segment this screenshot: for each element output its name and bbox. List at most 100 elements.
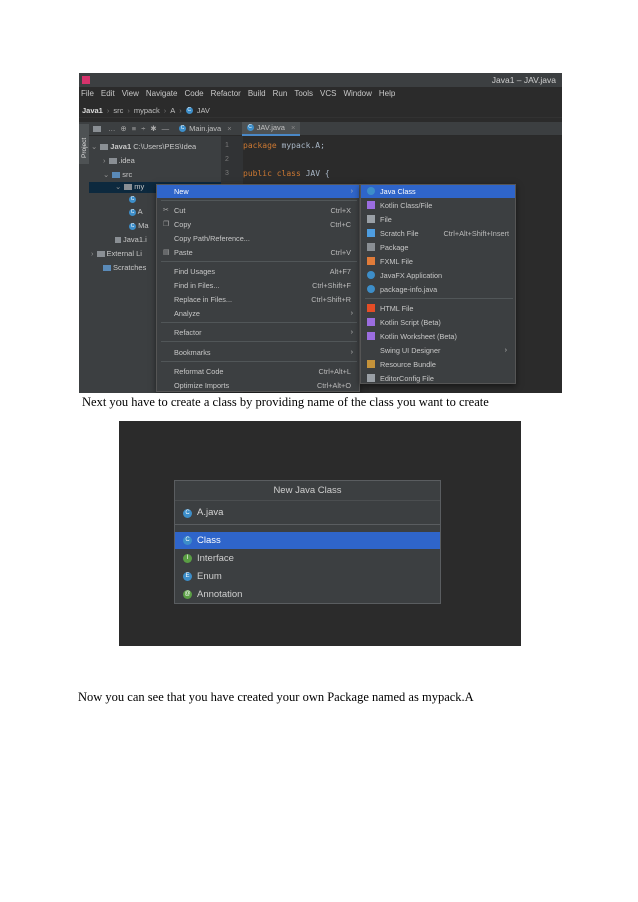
close-icon[interactable]: × <box>227 124 231 133</box>
close-icon[interactable]: × <box>291 123 295 132</box>
tree-item-a[interactable]: C A <box>129 207 143 218</box>
submenu-item-kotlin-class[interactable]: Kotlin Class/File <box>361 199 515 212</box>
menu-item-copy[interactable]: ❐ Copy Ctrl+C <box>157 218 359 231</box>
breadcrumb-item[interactable]: src <box>113 106 123 115</box>
submenu-item-label: EditorConfig File <box>380 374 434 383</box>
submenu-item-html-file[interactable]: HTML File <box>361 302 515 315</box>
menu-item-replace-in-files[interactable]: Replace in Files... Ctrl+Shift+R <box>157 293 359 306</box>
submenu-item-label: FXML File <box>380 257 413 266</box>
package-icon <box>367 243 375 251</box>
more-icon[interactable]: … <box>108 124 116 133</box>
submenu-item-label: Resource Bundle <box>380 360 436 369</box>
menu-run[interactable]: Run <box>273 89 288 102</box>
submenu-item-file[interactable]: File <box>361 213 515 226</box>
chevron-right-icon: › <box>91 249 94 258</box>
tree-item-idea[interactable]: › .idea <box>103 156 135 167</box>
menu-help[interactable]: Help <box>379 89 395 102</box>
tree-item-scratches[interactable]: Scratches <box>103 263 146 274</box>
menu-item-shortcut: Ctrl+Alt+L <box>318 367 351 376</box>
menu-item-label: Reformat Code <box>174 367 224 376</box>
folder-icon <box>112 172 121 179</box>
menu-edit[interactable]: Edit <box>101 89 115 102</box>
caption-text: Now you can see that you have created yo… <box>78 690 474 704</box>
menu-item-bookmarks[interactable]: Bookmarks › <box>157 346 359 359</box>
breadcrumb-item[interactable]: A <box>170 106 175 115</box>
chevron-right-icon: › <box>350 186 353 195</box>
breadcrumb-item[interactable]: JAV <box>197 106 210 115</box>
submenu-item-editorconfig-file[interactable]: EditorConfig File <box>361 372 515 385</box>
tree-item-java1-iml[interactable]: Java1.i <box>115 235 147 246</box>
menu-vcs[interactable]: VCS <box>320 89 336 102</box>
submenu-item-swing-ui-designer[interactable]: Swing UI Designer › <box>361 344 515 357</box>
tree-item-class[interactable]: C <box>129 194 136 205</box>
menu-item-paste[interactable]: ▤ Paste Ctrl+V <box>157 246 359 259</box>
scissors-icon: ✂ <box>163 207 169 214</box>
collapse-all-icon[interactable]: ÷ <box>141 124 145 133</box>
submenu-item-label: Package <box>380 243 409 252</box>
submenu-item-package[interactable]: Package <box>361 241 515 254</box>
tree-item-label: .idea <box>118 156 135 165</box>
submenu-item-package-info[interactable]: package-info.java <box>361 283 515 296</box>
menu-view[interactable]: View <box>122 89 139 102</box>
menu-item-label: Find in Files... <box>174 281 220 290</box>
chevron-right-icon: › <box>350 347 353 356</box>
submenu-item-resource-bundle[interactable]: Resource Bundle <box>361 358 515 371</box>
class-name-field[interactable]: C A.java <box>175 501 440 525</box>
submenu-item-label: Kotlin Class/File <box>380 201 433 210</box>
menu-item-analyze[interactable]: Analyze › <box>157 307 359 320</box>
menu-item-reformat-code[interactable]: Reformat Code Ctrl+Alt+L <box>157 365 359 378</box>
submenu-item-label: Java Class <box>380 187 416 196</box>
menu-item-shortcut: Ctrl+Shift+F <box>312 281 351 290</box>
option-enum[interactable]: E Enum <box>175 568 440 585</box>
option-class[interactable]: C Class <box>175 532 440 549</box>
menu-window[interactable]: Window <box>343 89 371 102</box>
option-annotation[interactable]: @ Annotation <box>175 586 440 603</box>
menu-item-cut[interactable]: ✂ Cut Ctrl+X <box>157 204 359 217</box>
project-tool-button[interactable]: Project <box>79 124 89 164</box>
breadcrumb-item[interactable]: mypack <box>134 106 160 115</box>
menu-item-label: Refactor <box>174 328 202 337</box>
menu-item-refactor[interactable]: Refactor › <box>157 326 359 339</box>
tree-item-label: A <box>137 207 143 216</box>
menu-item-find-in-files[interactable]: Find in Files... Ctrl+Shift+F <box>157 279 359 292</box>
menu-item-find-usages[interactable]: Find Usages Alt+F7 <box>157 265 359 278</box>
submenu-item-java-class[interactable]: Java Class <box>361 185 515 198</box>
caption-text: Next you have to create a class by provi… <box>82 395 489 409</box>
menu-code[interactable]: Code <box>184 89 203 102</box>
javafx-icon <box>367 271 375 279</box>
tree-item-java1[interactable]: ⌄ Java1 C:\Users\PES\Idea <box>91 142 196 153</box>
menu-item-shortcut: Ctrl+Alt+O <box>316 381 351 390</box>
gear-icon[interactable]: ✱ <box>150 124 156 133</box>
option-interface[interactable]: I Interface <box>175 550 440 567</box>
menu-navigate[interactable]: Navigate <box>146 89 178 102</box>
menu-divider <box>365 298 513 299</box>
option-label: Enum <box>197 571 222 582</box>
tree-item-src[interactable]: ⌄ src <box>103 170 132 181</box>
tree-item-external-libraries[interactable]: › External Li <box>91 249 142 260</box>
chevron-right-icon: › <box>350 327 353 336</box>
menu-tools[interactable]: Tools <box>294 89 313 102</box>
tree-item-label: Java1 <box>110 142 132 151</box>
project-toolbar: … ⊕ ≡ ÷ ✱ — C Main.java × C JAV.java × <box>89 121 562 136</box>
menu-item-copy-path[interactable]: Copy Path/Reference... <box>157 232 359 245</box>
submenu-item-javafx-application[interactable]: JavaFX Application <box>361 269 515 282</box>
submenu-item-kotlin-worksheet[interactable]: Kotlin Worksheet (Beta) <box>361 330 515 343</box>
hide-icon[interactable]: — <box>162 124 170 133</box>
submenu-item-fxml-file[interactable]: FXML File <box>361 255 515 268</box>
tab-main-java[interactable]: C Main.java × <box>174 122 237 136</box>
locate-icon[interactable]: ⊕ <box>121 124 127 133</box>
enum-icon: E <box>183 572 192 581</box>
submenu-item-scratch-file[interactable]: Scratch File Ctrl+Alt+Shift+Insert <box>361 227 515 240</box>
tab-jav-java[interactable]: C JAV.java × <box>241 121 301 136</box>
menu-item-new[interactable]: New › <box>157 185 359 198</box>
dialog-title: New Java Class <box>175 481 440 501</box>
tree-item-main[interactable]: C Ma <box>129 221 149 232</box>
submenu-item-kotlin-script[interactable]: Kotlin Script (Beta) <box>361 316 515 329</box>
breadcrumb-item[interactable]: Java1 <box>82 106 103 115</box>
menu-item-optimize-imports[interactable]: Optimize Imports Ctrl+Alt+O <box>157 379 359 392</box>
menu-build[interactable]: Build <box>248 89 266 102</box>
java-class-icon: C <box>129 208 136 216</box>
menu-file[interactable]: File <box>81 89 94 102</box>
menu-refactor[interactable]: Refactor <box>211 89 241 102</box>
expand-all-icon[interactable]: ≡ <box>132 124 136 133</box>
